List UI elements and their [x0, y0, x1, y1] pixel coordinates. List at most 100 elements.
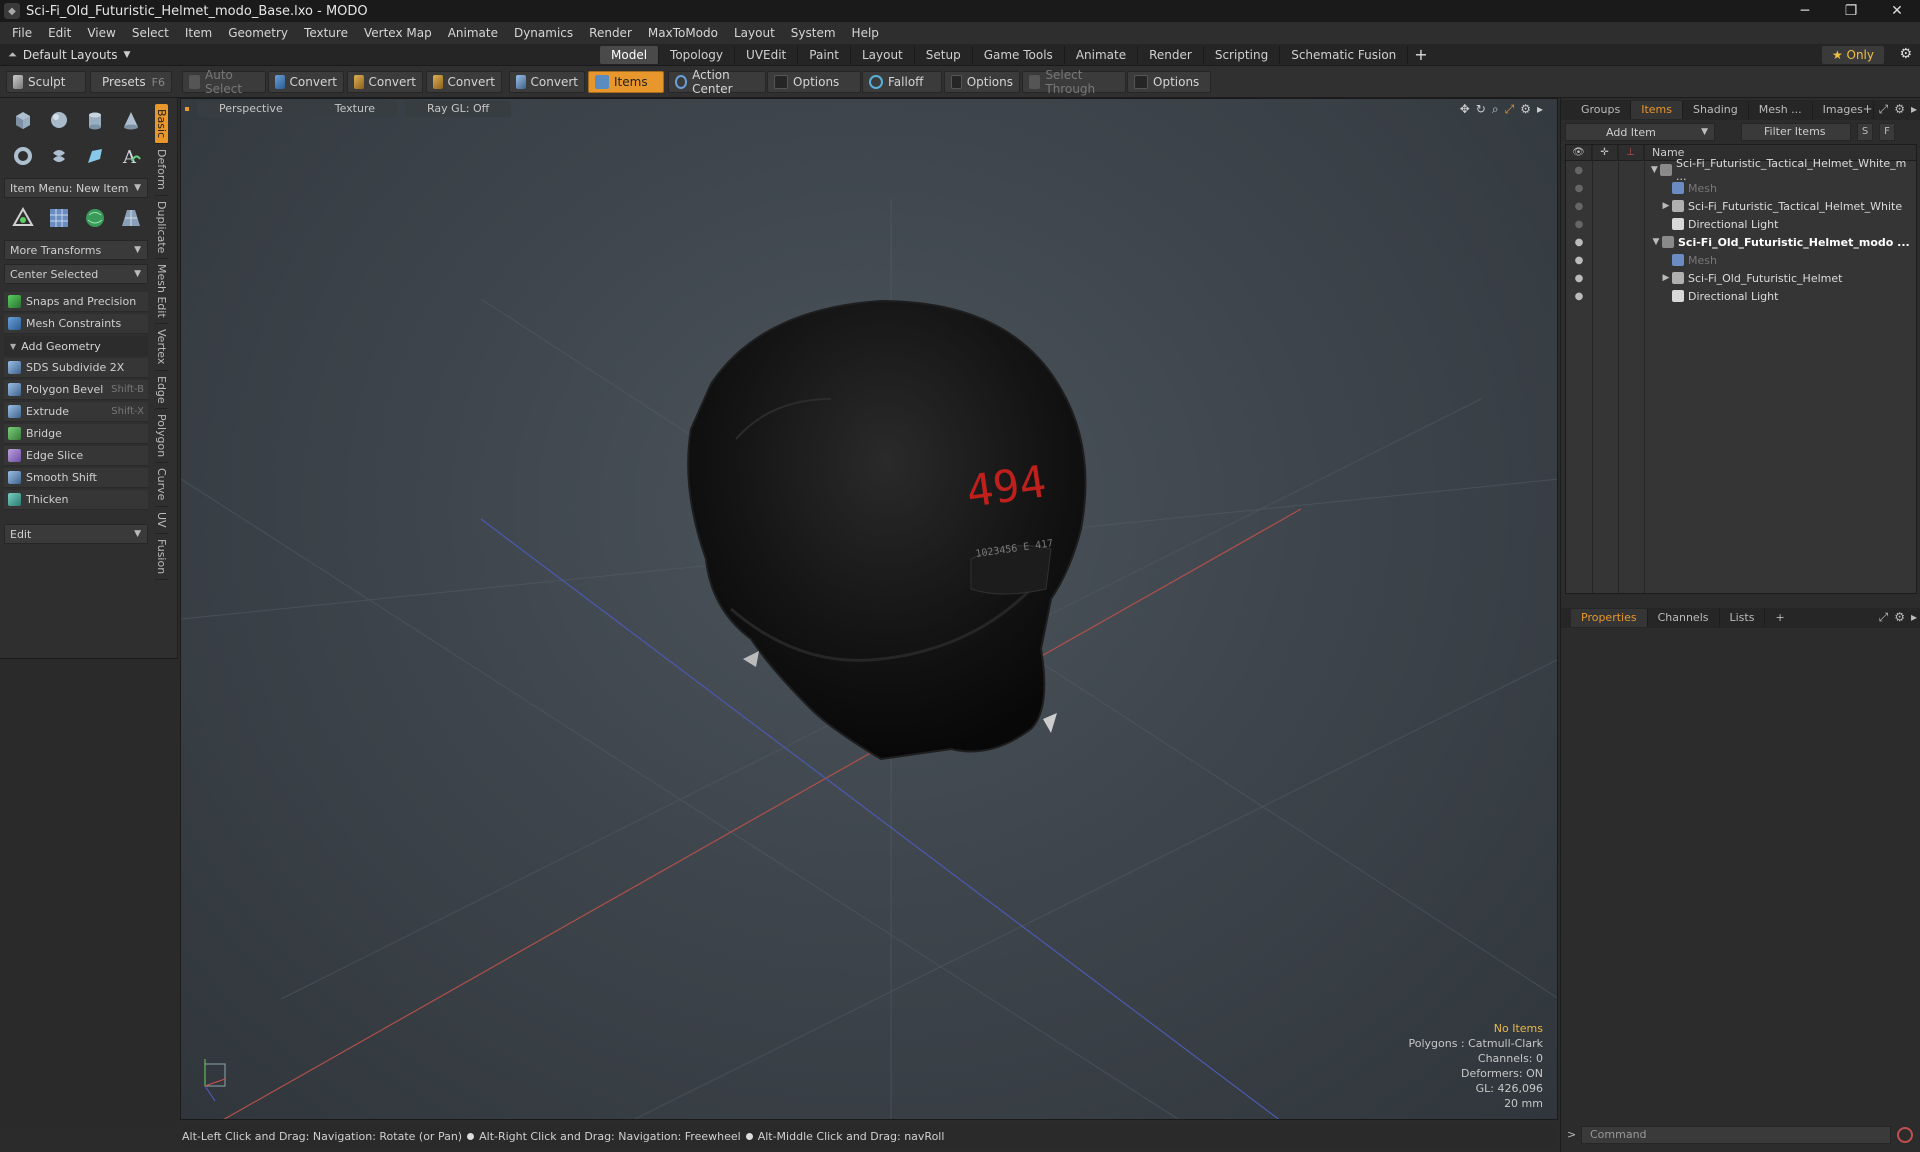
side-tab-deform[interactable]: Deform: [155, 144, 168, 197]
shading-mode-button[interactable]: Texture: [312, 101, 397, 117]
visibility-eye-icon[interactable]: ●: [1566, 179, 1592, 197]
menu-view[interactable]: View: [79, 26, 123, 40]
menu-item[interactable]: Item: [177, 26, 220, 40]
menu-select[interactable]: Select: [124, 26, 177, 40]
convert-button-3[interactable]: Convert: [426, 71, 502, 93]
menu-help[interactable]: Help: [844, 26, 887, 40]
tab-schematic-fusion[interactable]: Schematic Fusion: [1280, 45, 1409, 64]
convert-button-1[interactable]: Convert: [268, 71, 344, 93]
add-item-dropdown[interactable]: Add Item ▼: [1565, 123, 1715, 141]
cube-icon[interactable]: [8, 106, 38, 134]
auto-select-button[interactable]: Auto Select: [182, 68, 266, 96]
layouts-dropdown[interactable]: ⏶ Default Layouts ▼: [0, 48, 600, 62]
mesh-constraints-button[interactable]: Mesh Constraints: [4, 314, 148, 334]
lock-column-icon[interactable]: ✛: [1592, 144, 1618, 161]
close-button[interactable]: ✕: [1874, 0, 1920, 22]
zoom-icon[interactable]: ⌕: [1492, 102, 1499, 117]
maximize-button[interactable]: ❐: [1828, 0, 1874, 22]
panel-arrow-icon[interactable]: ▸: [1911, 102, 1917, 117]
expander-arrow-icon[interactable]: ▶: [1660, 273, 1672, 283]
visibility-eye-icon[interactable]: ●: [1566, 215, 1592, 233]
extrude-button[interactable]: Extrude Shift-X: [4, 402, 148, 422]
tab-channels[interactable]: Channels: [1648, 609, 1720, 627]
options-button-2[interactable]: Options: [944, 71, 1020, 93]
menu-animate[interactable]: Animate: [440, 26, 506, 40]
f-button[interactable]: F: [1879, 123, 1895, 141]
menu-file[interactable]: File: [4, 26, 40, 40]
fit-icon[interactable]: ⤢: [1505, 102, 1515, 117]
menu-dynamics[interactable]: Dynamics: [506, 26, 581, 40]
add-tab-button[interactable]: +: [1414, 45, 1427, 64]
visibility-eye-icon[interactable]: ●: [1566, 251, 1592, 269]
tab-game-tools[interactable]: Game Tools: [973, 45, 1065, 64]
center-selected-dropdown[interactable]: Center Selected ▼: [4, 264, 148, 284]
cone-icon[interactable]: [116, 106, 146, 134]
add-geometry-header[interactable]: ▼ Add Geometry: [4, 336, 148, 356]
move-gizmo-icon[interactable]: [8, 204, 38, 232]
menu-geometry[interactable]: Geometry: [220, 26, 296, 40]
menu-render[interactable]: Render: [581, 26, 640, 40]
command-stop-icon[interactable]: [1897, 1127, 1913, 1143]
visibility-eye-icon[interactable]: ●: [1566, 233, 1592, 251]
tab-paint[interactable]: Paint: [798, 45, 851, 64]
side-tab-uv[interactable]: UV: [155, 507, 168, 534]
panel-gear-icon[interactable]: ⚙: [1894, 102, 1905, 117]
panel-gear-icon[interactable]: ⚙: [1894, 610, 1905, 625]
items-mode-button[interactable]: Items: [588, 71, 664, 93]
item-menu-dropdown[interactable]: Item Menu: New Item ▼: [4, 178, 148, 198]
select-through-button[interactable]: Select Through: [1022, 68, 1126, 96]
edge-slice-button[interactable]: Edge Slice: [4, 446, 148, 466]
viewport-gear-icon[interactable]: ⚙: [1520, 102, 1531, 117]
tab-scripting[interactable]: Scripting: [1204, 45, 1281, 64]
side-tab-basic[interactable]: Basic: [155, 104, 168, 145]
filter-items-input[interactable]: Filter Items: [1741, 123, 1851, 141]
expander-arrow-icon[interactable]: ▼: [1648, 165, 1660, 175]
tab-mesh[interactable]: Mesh ...: [1749, 101, 1813, 119]
tab-animate[interactable]: Animate: [1065, 45, 1139, 64]
capsule-icon[interactable]: [44, 142, 74, 170]
minimize-button[interactable]: ─: [1782, 0, 1828, 22]
command-input[interactable]: Command: [1581, 1126, 1891, 1144]
visibility-eye-icon[interactable]: ●: [1566, 161, 1592, 179]
edit-dropdown[interactable]: Edit ▼: [4, 524, 148, 544]
presets-button[interactable]: Presets F6: [90, 71, 172, 93]
torus-icon[interactable]: [8, 142, 38, 170]
side-tab-mesh-edit[interactable]: Mesh Edit: [155, 259, 168, 325]
tab-shading[interactable]: Shading: [1683, 101, 1749, 119]
s-button[interactable]: S: [1857, 123, 1873, 141]
rotate-icon[interactable]: ↻: [1476, 102, 1486, 117]
polygon-bevel-button[interactable]: Polygon Bevel Shift-B: [4, 380, 148, 400]
menu-vertex-map[interactable]: Vertex Map: [356, 26, 440, 40]
tab-properties[interactable]: Properties: [1571, 609, 1648, 627]
view-mode-button[interactable]: Perspective: [197, 101, 305, 117]
gear-icon[interactable]: ⚙: [1899, 46, 1912, 62]
menu-maxtomodo[interactable]: MaxToModo: [640, 26, 726, 40]
options-button-1[interactable]: Options: [767, 71, 861, 93]
sculpt-button[interactable]: Sculpt: [6, 71, 86, 93]
menu-layout[interactable]: Layout: [726, 26, 783, 40]
expander-arrow-icon[interactable]: ▼: [1650, 237, 1662, 247]
visibility-eye-icon[interactable]: ●: [1566, 197, 1592, 215]
sphere-icon[interactable]: [44, 106, 74, 134]
tab-setup[interactable]: Setup: [915, 45, 973, 64]
menu-texture[interactable]: Texture: [296, 26, 356, 40]
side-tab-vertex[interactable]: Vertex: [155, 324, 168, 371]
globe-icon[interactable]: [80, 204, 110, 232]
smooth-shift-button[interactable]: Smooth Shift: [4, 468, 148, 488]
menu-system[interactable]: System: [783, 26, 844, 40]
command-arrow-icon[interactable]: >: [1567, 1128, 1576, 1141]
side-tab-curve[interactable]: Curve: [155, 463, 168, 507]
bridge-button[interactable]: Bridge: [4, 424, 148, 444]
expander-arrow-icon[interactable]: ▶: [1660, 201, 1672, 211]
side-tab-polygon[interactable]: Polygon: [155, 409, 168, 464]
tab-layout[interactable]: Layout: [851, 45, 915, 64]
tab-items[interactable]: Items: [1631, 101, 1684, 119]
add-properties-tab-icon[interactable]: +: [1765, 609, 1794, 627]
tab-render[interactable]: Render: [1138, 45, 1204, 64]
side-tab-duplicate[interactable]: Duplicate: [155, 196, 168, 260]
pan-icon[interactable]: ✥: [1460, 102, 1470, 117]
snaps-precision-button[interactable]: Snaps and Precision: [4, 292, 148, 312]
render-column-icon[interactable]: ⊥: [1618, 144, 1644, 161]
expand-icon[interactable]: ⤢: [1879, 610, 1889, 625]
tab-uvedit[interactable]: UVEdit: [735, 45, 799, 64]
